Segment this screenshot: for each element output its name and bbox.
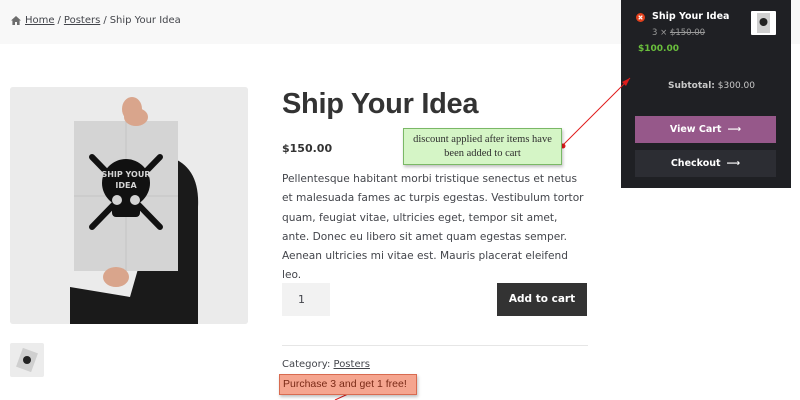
cart-item-discount-price: $100.00 bbox=[638, 44, 679, 54]
cart-item-quantity: 3 × $150.00 bbox=[652, 28, 705, 38]
breadcrumb-current: Ship Your Idea bbox=[109, 15, 181, 26]
product-category: Category: Posters bbox=[282, 359, 370, 370]
add-to-cart-button[interactable]: Add to cart bbox=[497, 283, 587, 316]
breadcrumb-posters-link[interactable]: Posters bbox=[64, 15, 100, 26]
product-description: Pellentesque habitant morbi tristique se… bbox=[282, 173, 584, 282]
thumbnail-image bbox=[16, 347, 38, 373]
category-label: Category: bbox=[282, 359, 331, 370]
annotation-discount-note: discount applied after items have been a… bbox=[403, 128, 562, 165]
breadcrumb-separator: / bbox=[103, 15, 107, 26]
view-cart-label: View Cart bbox=[669, 124, 722, 135]
divider bbox=[282, 345, 588, 346]
breadcrumb-home-link[interactable]: Home bbox=[25, 15, 55, 26]
remove-icon[interactable] bbox=[636, 13, 645, 22]
cart-item-name[interactable]: Ship Your Idea bbox=[652, 11, 729, 22]
cart-subtotal: Subtotal: $300.00 bbox=[668, 81, 755, 91]
cart-item-old-price: $150.00 bbox=[669, 28, 706, 38]
poster-text-line1: SHIP YOUR bbox=[101, 170, 150, 179]
product-title: Ship Your Idea bbox=[282, 88, 479, 120]
arrow-right-icon: ⟶ bbox=[726, 158, 741, 169]
product-thumbnail[interactable] bbox=[10, 343, 44, 377]
home-icon bbox=[11, 16, 21, 25]
breadcrumb: Home / Posters / Ship Your Idea bbox=[11, 15, 181, 26]
view-cart-button[interactable]: View Cart ⟶ bbox=[635, 116, 776, 143]
cart-thumbnail-image bbox=[757, 13, 770, 33]
breadcrumb-separator: / bbox=[57, 15, 61, 26]
poster-photo: SHIP YOUR IDEA bbox=[10, 87, 248, 324]
checkout-label: Checkout bbox=[670, 158, 721, 169]
poster-text-line2: IDEA bbox=[115, 181, 137, 190]
product-price: $150.00 bbox=[282, 142, 333, 155]
category-link[interactable]: Posters bbox=[334, 359, 370, 370]
arrow-right-icon: ⟶ bbox=[727, 124, 742, 135]
annotation-promo-note: Purchase 3 and get 1 free! bbox=[279, 374, 417, 395]
checkout-button[interactable]: Checkout ⟶ bbox=[635, 150, 776, 177]
cart-item-qty-text: 3 × bbox=[652, 28, 668, 38]
subtotal-label: Subtotal: bbox=[668, 81, 715, 91]
product-image[interactable]: SHIP YOUR IDEA bbox=[10, 87, 248, 324]
subtotal-value: $300.00 bbox=[717, 81, 755, 91]
cart-item-thumbnail[interactable] bbox=[751, 11, 776, 35]
quantity-input[interactable] bbox=[282, 283, 330, 316]
